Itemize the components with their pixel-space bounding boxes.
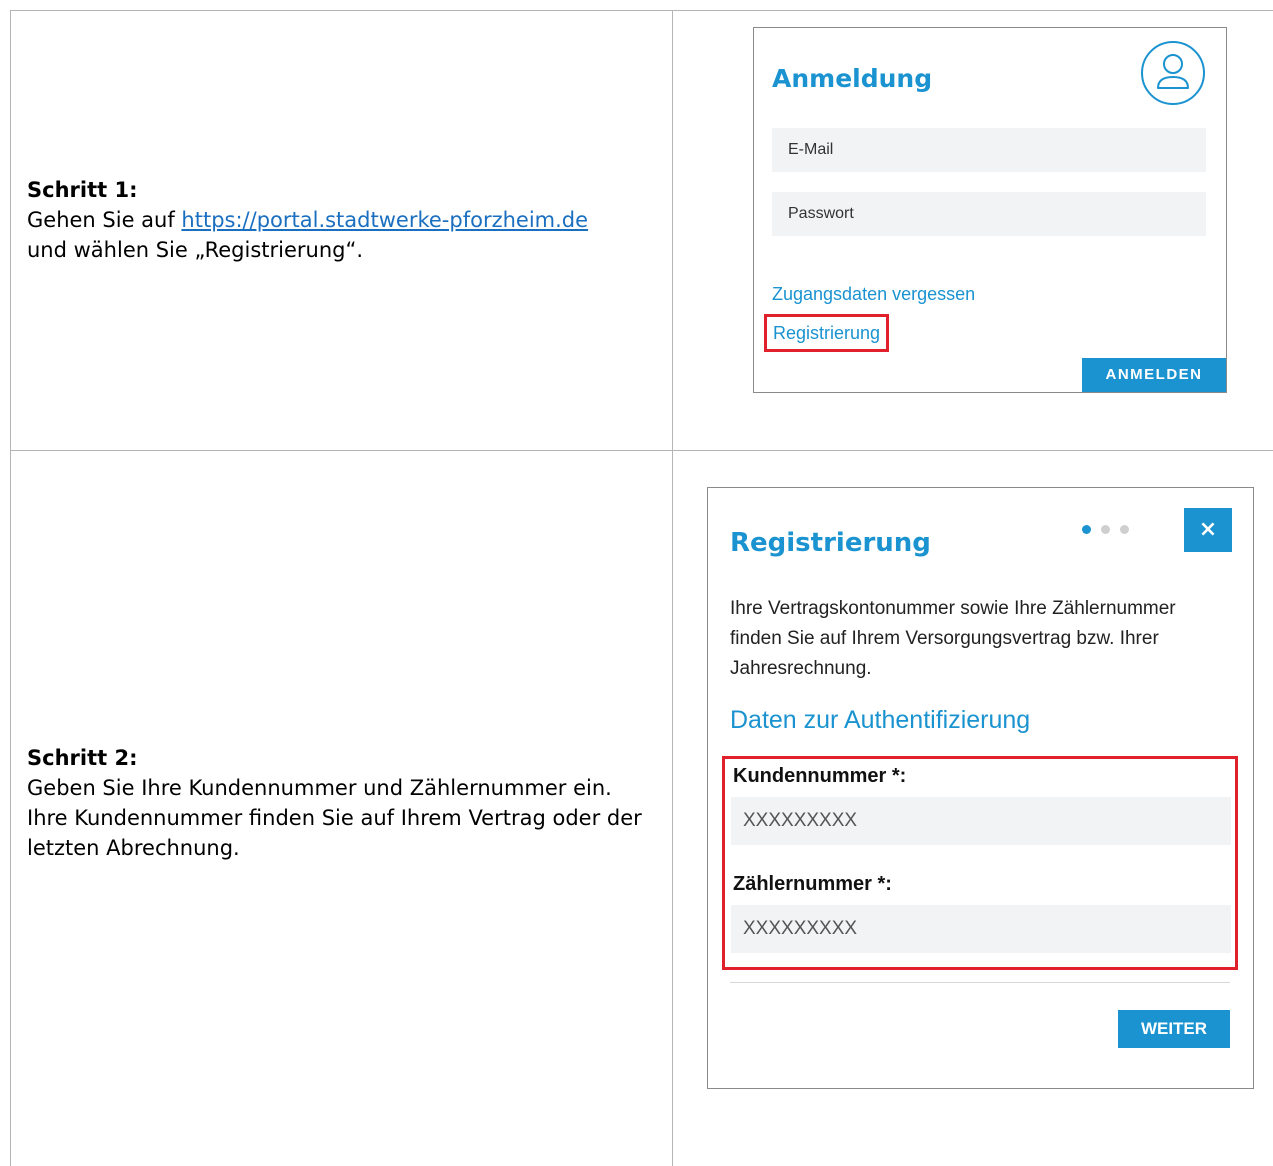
step-1-title: Schritt 1: xyxy=(27,178,138,202)
step-2-title: Schritt 2: xyxy=(27,746,138,770)
divider xyxy=(730,982,1230,983)
step-2-screenshot-cell: Registrierung × Ihre Vertragskontonummer… xyxy=(673,450,1273,1166)
step-1-text-cell: Schritt 1: Gehen Sie auf https://portal.… xyxy=(10,10,673,450)
meter-number-input[interactable] xyxy=(731,905,1231,953)
step-1-screenshot-cell: Anmeldung E-Mail Passwort Zugangsdaten v… xyxy=(673,10,1273,450)
step-2-text-cell: Schritt 2: Geben Sie Ihre Kundennummer u… xyxy=(10,450,673,1166)
register-link[interactable]: Registrierung xyxy=(764,314,890,352)
customer-number-input[interactable] xyxy=(731,797,1231,845)
login-button[interactable]: ANMELDEN xyxy=(1082,358,1226,392)
next-button[interactable]: WEITER xyxy=(1118,1010,1230,1048)
login-title: Anmeldung xyxy=(772,64,933,93)
step-2-description: Geben Sie Ihre Kundennummer und Zählernu… xyxy=(27,776,642,860)
registration-panel: Registrierung × Ihre Vertragskontonummer… xyxy=(707,487,1254,1089)
close-button[interactable]: × xyxy=(1184,508,1232,552)
step-2-row: Schritt 2: Geben Sie Ihre Kundennummer u… xyxy=(10,450,1273,1166)
login-panel: Anmeldung E-Mail Passwort Zugangsdaten v… xyxy=(753,27,1227,393)
progress-dot-3 xyxy=(1120,525,1129,534)
email-field[interactable]: E-Mail xyxy=(772,128,1206,172)
user-icon xyxy=(1141,41,1205,105)
step-2-text: Schritt 2: Geben Sie Ihre Kundennummer u… xyxy=(27,743,657,863)
progress-dot-1 xyxy=(1082,525,1091,534)
portal-link[interactable]: https://portal.stadtwerke-pforzheim.de xyxy=(181,208,588,232)
step-1-outro: und wählen Sie „Registrierung“. xyxy=(27,238,364,262)
meter-number-label: Zählernummer *: xyxy=(733,873,892,895)
step-1-intro: Gehen Sie auf xyxy=(27,208,182,232)
instruction-table: Schritt 1: Gehen Sie auf https://portal.… xyxy=(10,10,1273,1166)
step-1-text: Schritt 1: Gehen Sie auf https://portal.… xyxy=(27,175,667,265)
progress-dot-2 xyxy=(1101,525,1110,534)
authentication-highlight-box: Kundennummer *: Zählernummer *: xyxy=(722,756,1238,970)
customer-number-label: Kundennummer *: xyxy=(733,765,907,787)
forgot-credentials-link[interactable]: Zugangsdaten vergessen xyxy=(772,284,975,305)
registration-title: Registrierung xyxy=(730,528,931,558)
step-1-row: Schritt 1: Gehen Sie auf https://portal.… xyxy=(10,10,1273,450)
authentication-subtitle: Daten zur Authentifizierung xyxy=(730,706,1031,734)
registration-description: Ihre Vertragskontonummer sowie Ihre Zähl… xyxy=(730,598,1176,679)
password-field[interactable]: Passwort xyxy=(772,192,1206,236)
progress-dots xyxy=(1082,521,1139,539)
